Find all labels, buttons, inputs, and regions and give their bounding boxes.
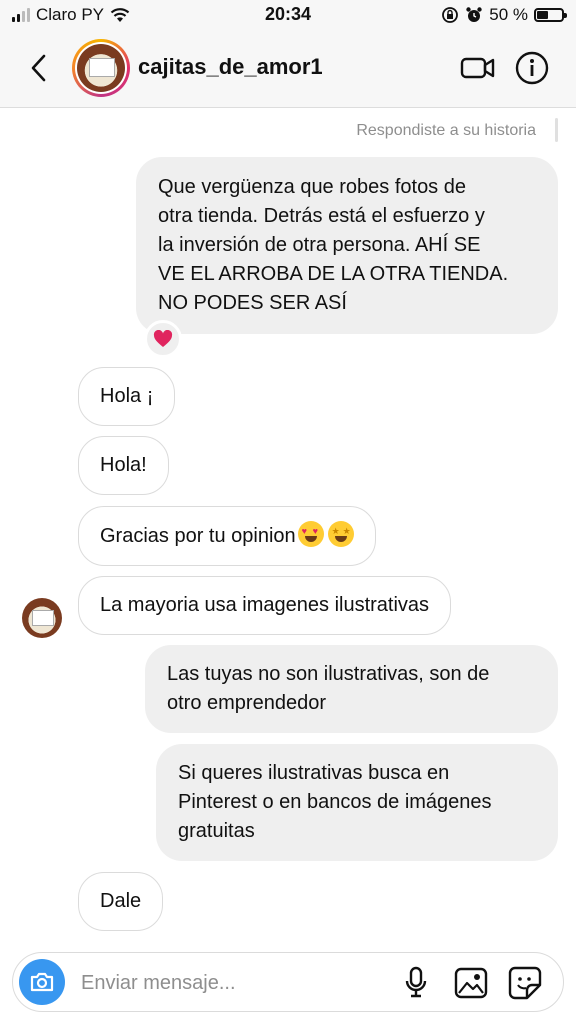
message-line: Si queres ilustrativas busca en bbox=[178, 762, 450, 784]
message-line: VE EL ARROBA DE LA OTRA TIENDA. bbox=[158, 263, 509, 285]
message-line: Pinterest o en bancos de imágenes bbox=[178, 791, 492, 813]
message-line: otro emprendedor bbox=[167, 692, 326, 714]
avatar-image bbox=[77, 44, 125, 92]
message-sent[interactable]: Las tuyas no son ilustrativas, son de ot… bbox=[145, 645, 558, 733]
heart-icon bbox=[153, 330, 173, 347]
battery-fill bbox=[537, 11, 548, 19]
heart-reaction[interactable] bbox=[144, 320, 182, 358]
message-line: Que vergüenza que robes fotos de bbox=[158, 176, 466, 198]
status-right: 50 % bbox=[441, 5, 567, 25]
back-chevron-icon[interactable] bbox=[22, 48, 58, 88]
camera-icon bbox=[30, 972, 54, 992]
message-line: Las tuyas no son ilustrativas, son de bbox=[167, 663, 490, 685]
gallery-icon[interactable] bbox=[453, 965, 489, 1001]
message-received[interactable]: Dale bbox=[78, 872, 164, 931]
star-struck-emoji: ★ ★ bbox=[327, 521, 354, 547]
story-preview-bar[interactable] bbox=[555, 118, 558, 142]
message-line: NO PODES SER ASÍ bbox=[158, 292, 347, 314]
story-reply-note: Respondiste a su historia bbox=[356, 122, 536, 139]
camera-button[interactable] bbox=[19, 959, 65, 1005]
heart-eyes-emoji: ♥ ♥ bbox=[297, 521, 324, 547]
battery-percent: 50 % bbox=[489, 5, 528, 24]
message-input[interactable] bbox=[79, 967, 383, 999]
message-composer bbox=[12, 952, 564, 1012]
rotation-lock-icon bbox=[442, 7, 459, 23]
message-sent[interactable]: Que vergüenza que robes fotos de otra ti… bbox=[136, 157, 558, 334]
message-received[interactable]: La mayoria usa imagenes ilustrativas bbox=[78, 576, 452, 635]
sender-avatar[interactable] bbox=[22, 598, 62, 638]
message-text: La mayoria usa imagenes ilustrativas bbox=[100, 594, 430, 616]
message-line: gratuitas bbox=[178, 820, 255, 842]
message-received[interactable]: Hola! bbox=[78, 436, 169, 495]
microphone-icon[interactable] bbox=[401, 965, 431, 1001]
chat-username[interactable]: cajitas_de_amor1 bbox=[138, 54, 323, 80]
avatar-ring-inner bbox=[75, 42, 127, 94]
alarm-icon bbox=[466, 7, 482, 22]
profile-avatar[interactable] bbox=[72, 39, 130, 97]
message-text: Hola ¡ bbox=[100, 385, 154, 407]
message-text: Dale bbox=[100, 890, 142, 912]
message-sent[interactable]: Si queres ilustrativas busca en Pinteres… bbox=[156, 744, 558, 861]
chat-header: cajitas_de_amor1 bbox=[0, 30, 576, 108]
message-received[interactable]: Gracias por tu opinion ♥ ♥ ★ ★ bbox=[78, 506, 376, 566]
status-bar: Claro PY 20:34 50 % bbox=[0, 0, 576, 30]
message-line: la inversión de otra persona. AHÍ SE bbox=[158, 234, 481, 256]
message-text: Hola! bbox=[100, 454, 147, 476]
video-call-icon[interactable] bbox=[460, 50, 496, 86]
info-icon[interactable] bbox=[514, 50, 550, 86]
message-text: Gracias por tu opinion bbox=[100, 525, 296, 547]
battery-icon bbox=[534, 8, 567, 22]
message-line: otra tienda. Detrás está el esfuerzo y bbox=[158, 205, 485, 227]
sticker-icon[interactable] bbox=[507, 965, 543, 1001]
message-received[interactable]: Hola ¡ bbox=[78, 367, 176, 426]
